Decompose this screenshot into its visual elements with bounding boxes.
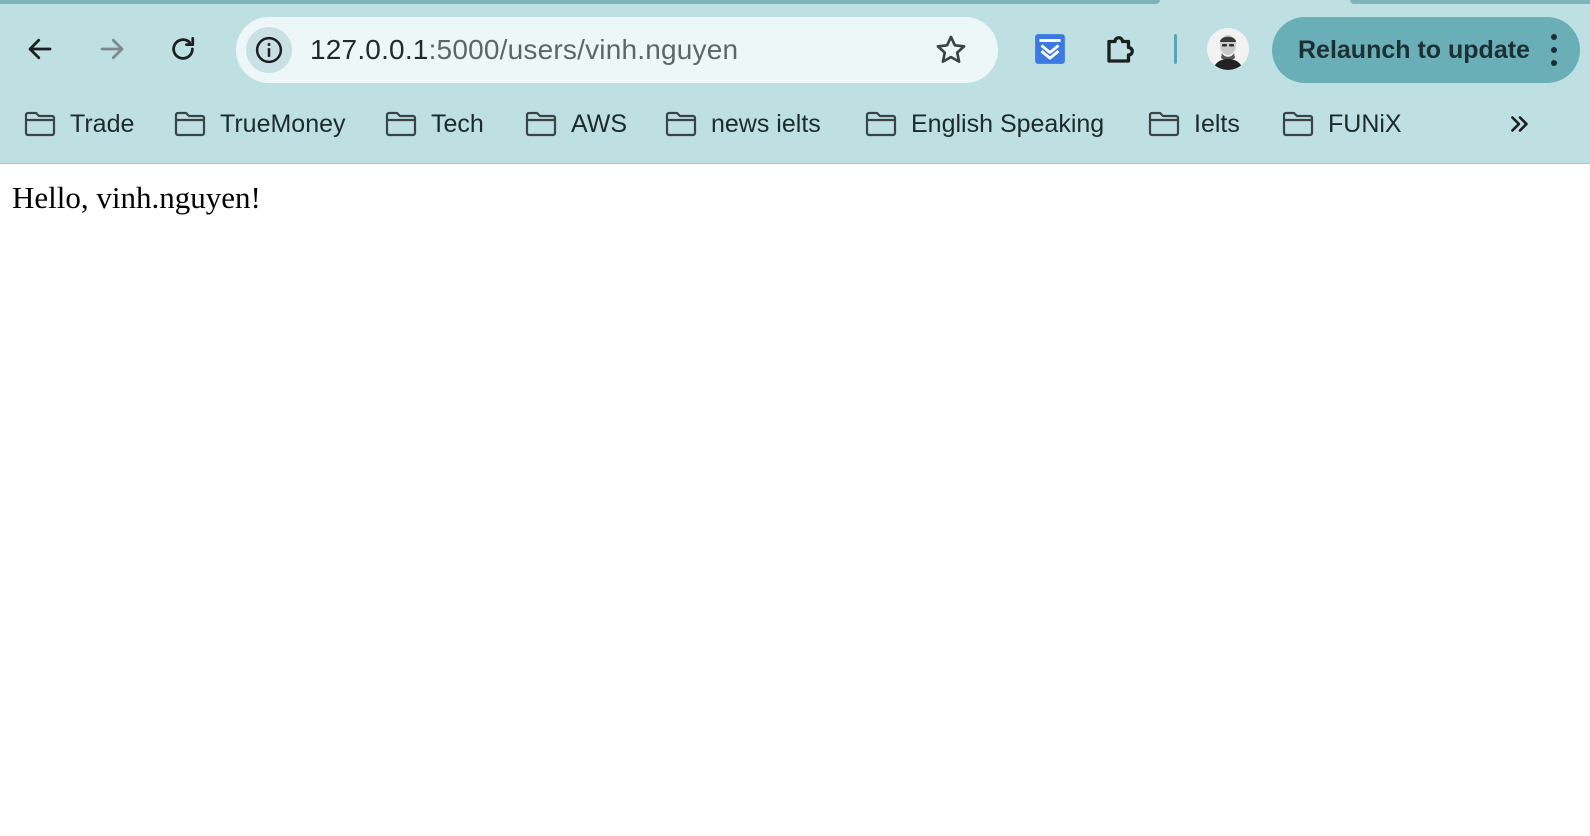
bookmark-label: news ielts xyxy=(711,109,821,138)
chevron-double-right-icon xyxy=(1511,116,1528,132)
url-text[interactable]: 127.0.0.1:5000/users/vinh.nguyen xyxy=(310,17,738,83)
browser-chrome: 127.0.0.1:5000/users/vinh.nguyen Relaunc… xyxy=(0,0,1590,164)
extensions-button[interactable] xyxy=(1098,26,1144,72)
bookmarks-bar: Trade TrueMoney Tech AWS news ielts Engl… xyxy=(0,98,1590,150)
bookmark-folder-funix[interactable]: FUNiX xyxy=(1282,98,1402,150)
avatar-portrait-icon xyxy=(1207,28,1249,70)
bookmark-star-button[interactable] xyxy=(930,29,972,71)
site-info-button[interactable] xyxy=(246,27,292,73)
folder-icon xyxy=(525,111,557,137)
folder-icon xyxy=(385,111,417,137)
back-button[interactable] xyxy=(18,14,62,84)
profile-avatar[interactable] xyxy=(1207,28,1249,70)
bookmark-label: FUNiX xyxy=(1328,109,1402,138)
tab-strip xyxy=(0,0,1160,4)
bookmark-label: Trade xyxy=(70,109,135,138)
bookmark-label: Ielts xyxy=(1194,109,1240,138)
bookmark-folder-trade[interactable]: Trade xyxy=(24,98,134,150)
bookmark-folder-tech[interactable]: Tech xyxy=(385,98,484,150)
folder-icon xyxy=(665,111,697,137)
bookmark-folder-ielts[interactable]: Ielts xyxy=(1148,98,1240,150)
bookmark-folder-aws[interactable]: AWS xyxy=(525,98,627,150)
forward-button[interactable] xyxy=(90,14,134,84)
relaunch-to-update-button[interactable]: Relaunch to update xyxy=(1272,17,1580,83)
folder-icon xyxy=(1282,111,1314,137)
arrow-right-icon xyxy=(100,38,124,60)
greeting-text: Hello, vinh.nguyen! xyxy=(12,180,261,215)
relaunch-label: Relaunch to update xyxy=(1298,35,1530,64)
toolbar: 127.0.0.1:5000/users/vinh.nguyen Relaunc… xyxy=(0,14,1590,84)
bookmark-label: Tech xyxy=(431,109,484,138)
bookmark-folder-english-speaking[interactable]: English Speaking xyxy=(865,98,1104,150)
folder-icon xyxy=(24,111,56,137)
bookmark-label: AWS xyxy=(571,109,628,138)
bookmarks-overflow-button[interactable] xyxy=(1502,98,1538,150)
reload-button[interactable] xyxy=(161,14,205,84)
puzzle-icon xyxy=(1107,36,1134,63)
folder-icon xyxy=(865,111,897,137)
tab-strip-right xyxy=(1350,0,1590,4)
bookmark-folder-truemoney[interactable]: TrueMoney xyxy=(174,98,346,150)
pocket-icon xyxy=(1035,34,1065,64)
address-bar[interactable]: 127.0.0.1:5000/users/vinh.nguyen xyxy=(236,17,998,83)
bookmark-label: English Speaking xyxy=(911,109,1105,138)
folder-icon xyxy=(1148,111,1180,137)
toolbar-divider xyxy=(1174,34,1177,64)
folder-icon xyxy=(174,111,206,137)
pocket-extension-button[interactable] xyxy=(1027,26,1073,72)
star-icon xyxy=(936,35,966,63)
url-host: 127.0.0.1 xyxy=(310,34,429,65)
arrow-left-icon xyxy=(28,38,52,60)
page-content: Hello, vinh.nguyen! xyxy=(0,164,1590,836)
more-menu-icon[interactable] xyxy=(1546,31,1562,69)
bookmark-folder-news-ielts[interactable]: news ielts xyxy=(665,98,821,150)
info-icon xyxy=(255,36,283,64)
url-path: :5000/users/vinh.nguyen xyxy=(428,34,739,65)
bookmark-label: TrueMoney xyxy=(220,109,346,138)
reload-icon xyxy=(172,37,195,60)
